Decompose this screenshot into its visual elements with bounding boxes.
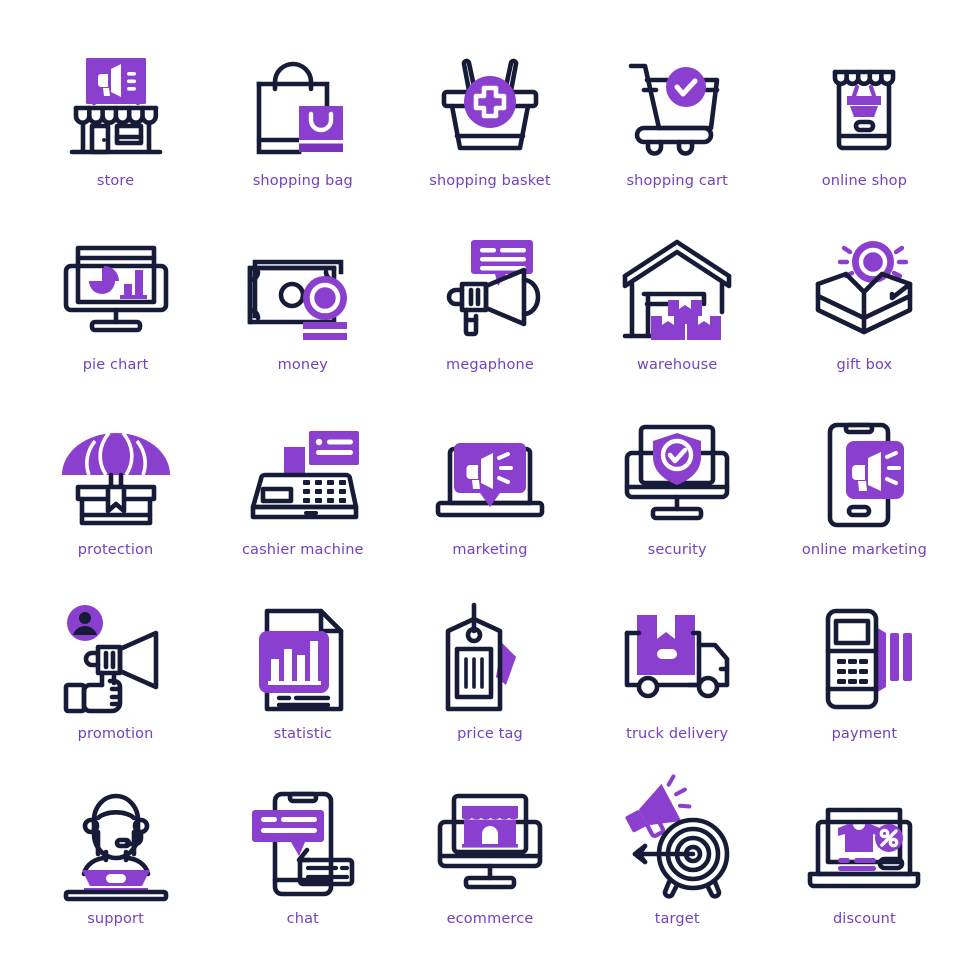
icon-label: chat	[286, 910, 319, 927]
icon-label: shopping basket	[429, 173, 551, 189]
icon-label: money	[277, 357, 329, 374]
price-tag-icon	[428, 597, 552, 721]
icon-label: marketing	[452, 541, 528, 558]
online-marketing-phone-icon	[802, 413, 926, 537]
icon-label: security	[647, 541, 707, 558]
icon-label: gift box	[836, 357, 893, 374]
support-agent-icon	[54, 782, 178, 906]
icon-label: support	[87, 910, 144, 927]
icon-cell-support[interactable]: support	[22, 766, 209, 950]
money-icon	[241, 228, 365, 352]
icon-label: shopping cart	[626, 173, 728, 189]
icon-label: warehouse	[637, 357, 718, 374]
marketing-laptop-icon	[428, 413, 552, 537]
icon-cell-chat[interactable]: chat	[209, 766, 396, 950]
warehouse-icon	[615, 228, 739, 352]
icon-label: truck delivery	[626, 726, 729, 743]
icon-label: online shop	[821, 173, 908, 189]
promotion-hand-megaphone-icon	[54, 597, 178, 721]
icon-cell-discount[interactable]: discount	[771, 766, 958, 950]
icon-label: promotion	[77, 726, 154, 743]
online-shop-icon	[802, 44, 926, 168]
icon-cell-statistic[interactable]: statistic	[209, 581, 396, 765]
payment-terminal-icon	[802, 597, 926, 721]
ecommerce-monitor-icon	[428, 782, 552, 906]
statistic-document-icon	[241, 597, 365, 721]
icon-label: online marketing	[801, 541, 927, 558]
icon-label: price tag	[457, 726, 523, 743]
icon-cell-cashier-machine[interactable]: cashier machine	[209, 397, 396, 581]
icon-cell-price-tag[interactable]: price tag	[396, 581, 583, 765]
megaphone-icon	[428, 228, 552, 352]
protection-umbrella-icon	[54, 413, 178, 537]
icon-grid: store shopping bag shopping basket shopp…	[0, 0, 980, 980]
icon-label: payment	[831, 726, 898, 743]
icon-cell-ecommerce[interactable]: ecommerce	[396, 766, 583, 950]
icon-label: shopping bag	[252, 173, 353, 189]
icon-label: megaphone	[446, 357, 534, 374]
icon-label: pie chart	[82, 357, 149, 374]
icon-cell-shopping-bag[interactable]: shopping bag	[209, 28, 396, 212]
icon-cell-marketing[interactable]: marketing	[396, 397, 583, 581]
icon-cell-promotion[interactable]: promotion	[22, 581, 209, 765]
discount-laptop-icon	[802, 782, 926, 906]
icon-cell-payment[interactable]: payment	[771, 581, 958, 765]
icon-cell-gift-box[interactable]: gift box	[771, 212, 958, 396]
icon-label: ecommerce	[446, 910, 534, 927]
icon-cell-target[interactable]: target	[584, 766, 771, 950]
icon-label: protection	[77, 541, 154, 558]
icon-cell-online-shop[interactable]: online shop	[771, 28, 958, 212]
shopping-cart-icon	[615, 44, 739, 168]
icon-label: discount	[832, 910, 896, 927]
truck-delivery-icon	[615, 597, 739, 721]
icon-cell-truck-delivery[interactable]: truck delivery	[584, 581, 771, 765]
icon-cell-online-marketing[interactable]: online marketing	[771, 397, 958, 581]
icon-cell-store[interactable]: store	[22, 28, 209, 212]
icon-label: store	[96, 173, 135, 189]
icon-cell-shopping-basket[interactable]: shopping basket	[396, 28, 583, 212]
pie-chart-icon	[54, 228, 178, 352]
icon-cell-megaphone[interactable]: megaphone	[396, 212, 583, 396]
icon-cell-protection[interactable]: protection	[22, 397, 209, 581]
shopping-bag-icon	[241, 44, 365, 168]
security-shield-monitor-icon	[615, 413, 739, 537]
icon-cell-security[interactable]: security	[584, 397, 771, 581]
icon-cell-warehouse[interactable]: warehouse	[584, 212, 771, 396]
shopping-basket-icon	[428, 44, 552, 168]
cashier-machine-icon	[241, 413, 365, 537]
store-icon	[54, 44, 178, 168]
chat-phone-icon	[241, 782, 365, 906]
icon-label: target	[654, 910, 700, 927]
target-megaphone-icon	[615, 774, 739, 906]
icon-label: cashier machine	[241, 541, 364, 558]
icon-cell-money[interactable]: money	[209, 212, 396, 396]
icon-cell-pie-chart[interactable]: pie chart	[22, 212, 209, 396]
icon-cell-shopping-cart[interactable]: shopping cart	[584, 28, 771, 212]
gift-box-icon	[802, 228, 926, 352]
icon-label: statistic	[273, 726, 332, 743]
